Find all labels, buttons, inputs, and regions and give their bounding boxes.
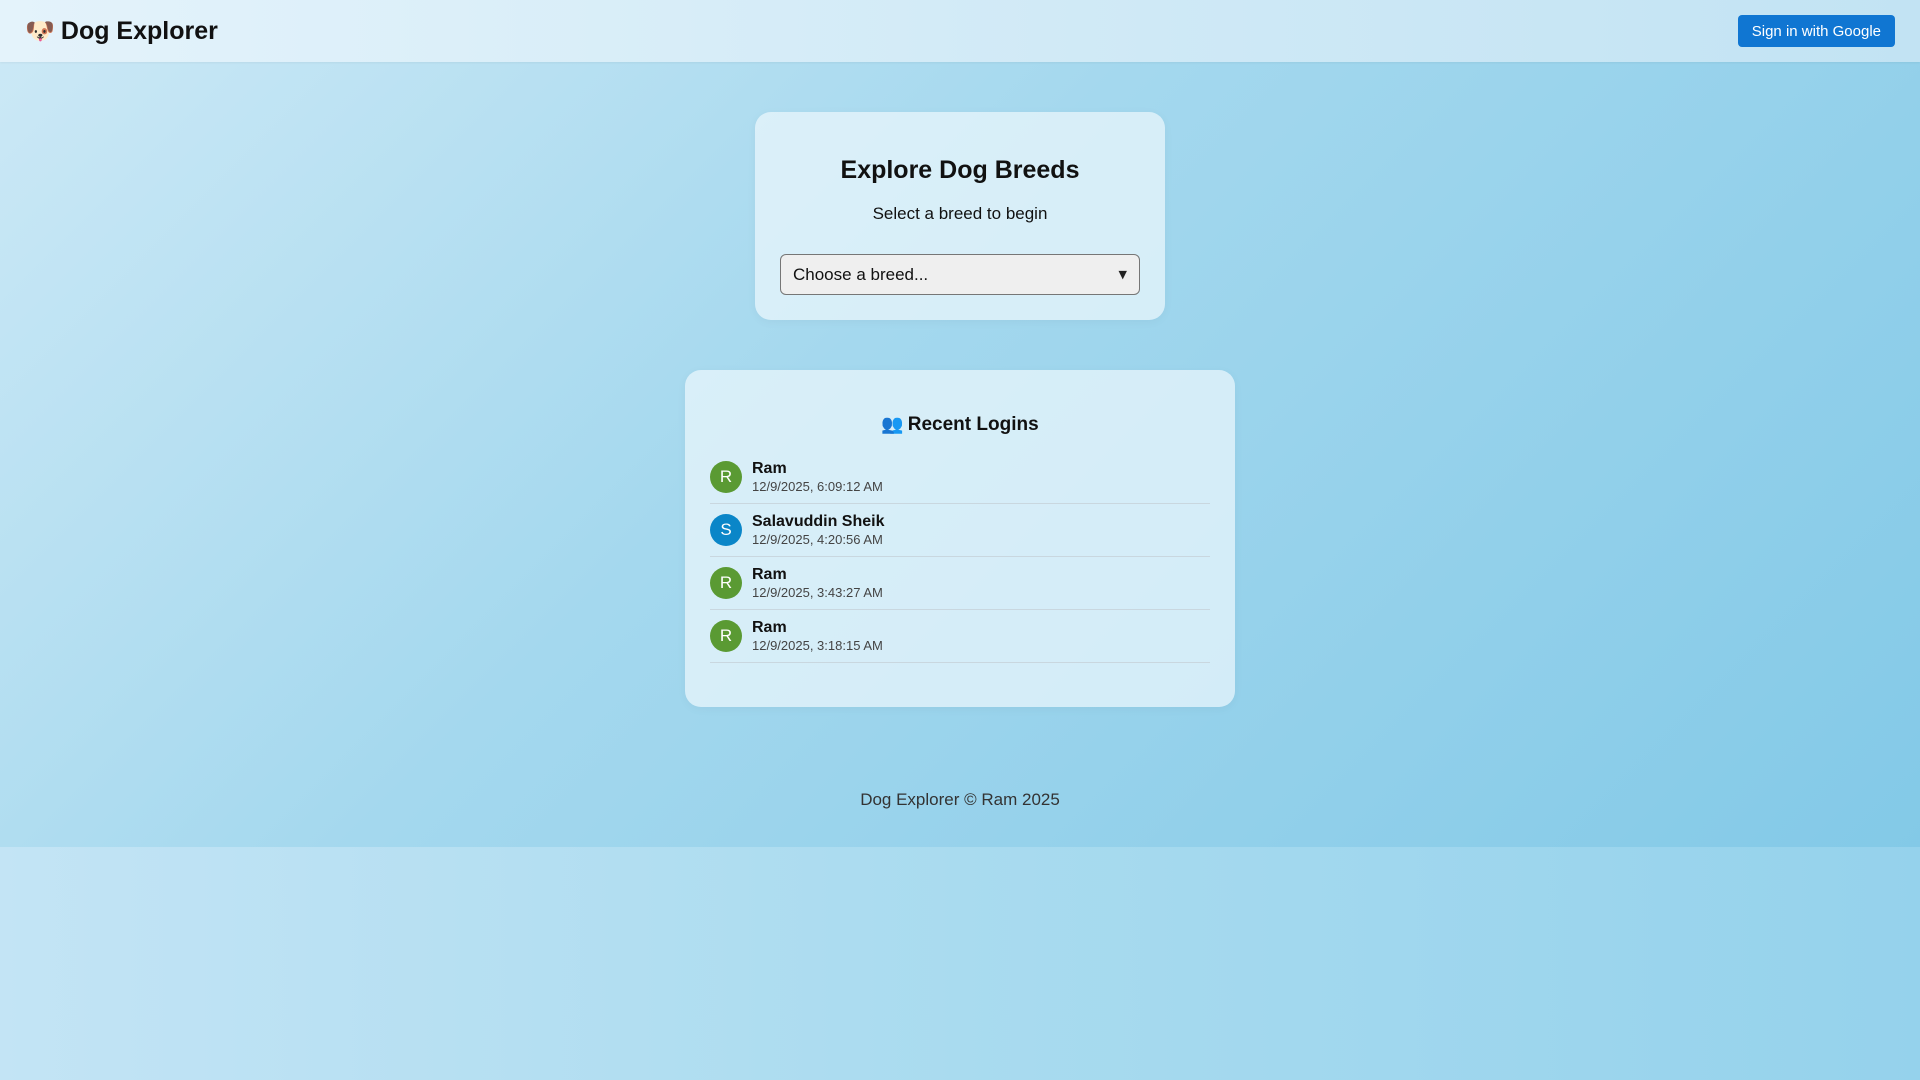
footer-text: Dog Explorer © Ram 2025 <box>860 790 1060 809</box>
page: 🐶 Dog Explorer Sign in with Google Explo… <box>0 0 1920 847</box>
avatar: R <box>710 461 742 493</box>
login-list: R Ram 12/9/2025, 6:09:12 AM S Salavuddin… <box>710 451 1210 663</box>
brand[interactable]: 🐶 Dog Explorer <box>25 17 218 46</box>
login-time: 12/9/2025, 3:18:15 AM <box>752 638 883 653</box>
breed-select-value: Choose a breed... <box>793 264 929 284</box>
recent-logins-card: 👥 Recent Logins R Ram 12/9/2025, 6:09:12 … <box>685 370 1235 707</box>
login-info: Ram 12/9/2025, 6:09:12 AM <box>752 459 883 495</box>
breed-select[interactable]: Choose a breed... ▼ <box>780 254 1140 295</box>
avatar: R <box>710 620 742 652</box>
breed-card: Explore Dog Breeds Select a breed to beg… <box>755 112 1165 320</box>
breed-card-title: Explore Dog Breeds <box>840 156 1080 184</box>
chevron-down-icon: ▼ <box>1118 268 1127 281</box>
recent-logins-title-text: Recent Logins <box>907 414 1039 435</box>
list-item: R Ram 12/9/2025, 6:09:12 AM <box>710 451 1210 504</box>
top-bar: 🐶 Dog Explorer Sign in with Google <box>0 0 1920 62</box>
login-info: Ram 12/9/2025, 3:18:15 AM <box>752 618 883 654</box>
recent-logins-title: 👥 Recent Logins <box>710 414 1210 436</box>
login-time: 12/9/2025, 6:09:12 AM <box>752 479 883 494</box>
login-info: Ram 12/9/2025, 3:43:27 AM <box>752 565 883 601</box>
sign-in-google-button[interactable]: Sign in with Google <box>1737 15 1895 47</box>
login-name: Salavuddin Sheik <box>752 513 885 530</box>
list-item: R Ram 12/9/2025, 3:43:27 AM <box>710 557 1210 610</box>
login-name: Ram <box>752 460 787 477</box>
avatar: R <box>710 567 742 599</box>
list-item: R Ram 12/9/2025, 3:18:15 AM <box>710 610 1210 663</box>
login-time: 12/9/2025, 4:20:56 AM <box>752 532 883 547</box>
login-name: Ram <box>752 566 787 583</box>
login-info: Salavuddin Sheik 12/9/2025, 4:20:56 AM <box>752 512 884 548</box>
list-item: S Salavuddin Sheik 12/9/2025, 4:20:56 AM <box>710 504 1210 557</box>
login-time: 12/9/2025, 3:43:27 AM <box>752 585 883 600</box>
breed-card-subtitle: Select a breed to begin <box>872 204 1048 223</box>
login-name: Ram <box>752 619 787 636</box>
avatar: S <box>710 514 742 546</box>
people-icon: 👥 <box>881 414 904 435</box>
brand-title: Dog Explorer <box>60 16 218 45</box>
page-background <box>0 847 1920 1080</box>
dog-icon: 🐶 <box>25 17 55 45</box>
